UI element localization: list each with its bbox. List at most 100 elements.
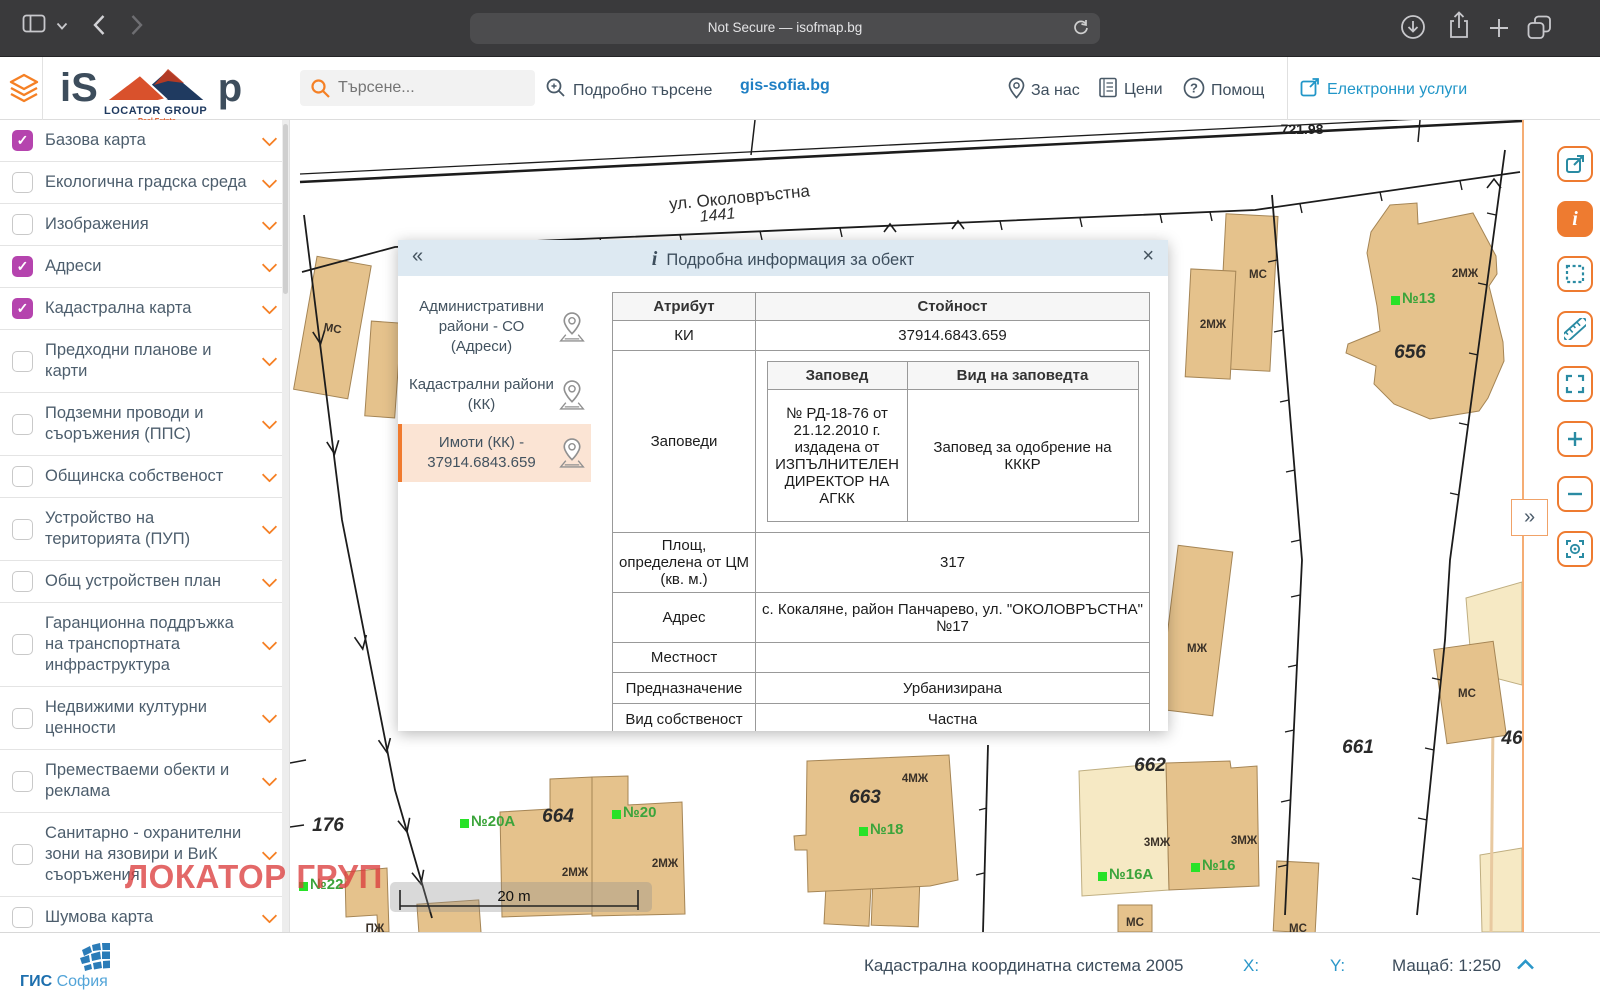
new-tab-icon[interactable]	[1489, 18, 1509, 38]
address-marker[interactable]	[460, 819, 469, 828]
parcel-number-label: 176	[312, 815, 344, 836]
isofmap-logo[interactable]: iSp LOCATOR GROUP Real Estate	[60, 61, 242, 119]
sidebar-toggle-icon[interactable]	[22, 14, 46, 33]
layer-checkbox[interactable]	[12, 414, 33, 435]
chevron-down-icon[interactable]	[262, 351, 278, 367]
chevron-down-icon[interactable]	[262, 414, 278, 430]
help-link[interactable]: ? Помощ	[1183, 77, 1264, 100]
result-property[interactable]: Имоти (КК) - 37914.6843.659	[398, 424, 591, 482]
chevron-down-icon[interactable]	[262, 467, 278, 483]
search-box	[300, 70, 535, 106]
layer-row-noise-map[interactable]: Шумова карта	[0, 897, 289, 932]
gis-sofia-link[interactable]: gis-sofia.bg	[740, 77, 830, 95]
layer-label: Адреси	[45, 256, 250, 277]
layer-checkbox[interactable]	[12, 907, 33, 928]
layer-row-basemap[interactable]: Базова карта	[0, 120, 289, 162]
layers-panel-header[interactable]	[0, 57, 43, 120]
layer-checkbox[interactable]	[12, 214, 33, 235]
layer-row-movable-objects[interactable]: Преместваеми обекти и реклама	[0, 750, 289, 813]
layer-checkbox[interactable]	[12, 844, 33, 865]
chevron-down-icon[interactable]	[262, 708, 278, 724]
svg-text:?: ?	[1190, 81, 1198, 96]
layer-checkbox[interactable]	[12, 256, 33, 277]
chevron-down-icon[interactable]	[262, 845, 278, 861]
building-type-label: 4МЖ	[902, 773, 929, 785]
chevron-down-icon[interactable]	[262, 215, 278, 231]
layer-row-sanitary-zones[interactable]: Санитарно - охранителни зони на язовири …	[0, 813, 289, 897]
elevation-label: 721.98	[1281, 121, 1324, 137]
info-icon: i	[652, 248, 658, 270]
gis-sofia-brand[interactable]: ГИС София	[20, 973, 108, 991]
address-marker[interactable]	[1098, 872, 1107, 881]
measure-button[interactable]	[1557, 311, 1593, 347]
popup-close-button[interactable]: ×	[1142, 245, 1154, 268]
info-icon: i	[1572, 208, 1578, 231]
layer-row-municipal-property[interactable]: Общинска собственост	[0, 456, 289, 498]
layer-checkbox[interactable]	[12, 130, 33, 151]
layer-checkbox[interactable]	[12, 351, 33, 372]
search-input[interactable]	[338, 70, 528, 106]
chevron-down-icon[interactable]	[56, 22, 68, 31]
layer-row-warranty[interactable]: Гаранционна поддръжка на транспортната и…	[0, 603, 289, 687]
sidebar-scrollbar[interactable]	[282, 120, 289, 932]
layer-checkbox[interactable]	[12, 771, 33, 792]
layer-checkbox[interactable]	[12, 172, 33, 193]
attr-name: КИ	[613, 321, 756, 351]
chevron-down-icon[interactable]	[262, 299, 278, 315]
building-type-label: МС	[1289, 923, 1307, 932]
full-extent-button[interactable]	[1557, 366, 1593, 402]
reload-icon[interactable]	[1072, 19, 1090, 37]
layer-checkbox[interactable]	[12, 634, 33, 655]
address-marker[interactable]	[1391, 296, 1400, 305]
open-external-button[interactable]	[1557, 146, 1593, 182]
address-marker[interactable]	[1191, 863, 1200, 872]
back-icon[interactable]	[92, 14, 106, 36]
chevron-down-icon[interactable]	[262, 131, 278, 147]
chevron-down-icon[interactable]	[262, 572, 278, 588]
panel-expand-button[interactable]: »	[1511, 499, 1548, 536]
layer-checkbox[interactable]	[12, 466, 33, 487]
layer-row-ecology[interactable]: Екологична градска среда	[0, 162, 289, 204]
about-link[interactable]: За нас	[1008, 77, 1080, 100]
chevron-down-icon[interactable]	[262, 173, 278, 189]
locate-button[interactable]	[1557, 531, 1593, 567]
share-icon[interactable]	[1447, 11, 1471, 41]
zoom-in-button[interactable]	[1557, 421, 1593, 457]
address-bar[interactable]: Not Secure — isofmap.bg	[470, 13, 1100, 44]
address-marker[interactable]	[859, 827, 868, 836]
eservices-link[interactable]: Електронни услуги	[1300, 77, 1467, 99]
detailed-search-link[interactable]: Подробно търсене	[545, 77, 712, 100]
layer-row-addresses[interactable]: Адреси	[0, 246, 289, 288]
select-area-button[interactable]	[1557, 256, 1593, 292]
forward-icon[interactable]	[130, 14, 144, 36]
result-admin-regions[interactable]: Административни райони - СО (Адреси)	[398, 288, 591, 366]
address-marker[interactable]	[612, 810, 621, 819]
address-marker[interactable]	[299, 882, 308, 891]
layer-checkbox[interactable]	[12, 708, 33, 729]
layer-row-underground[interactable]: Подземни проводи и съоръжения (ППС)	[0, 393, 289, 456]
info-tool-button[interactable]: i	[1557, 201, 1593, 237]
tab-overview-icon[interactable]	[1527, 15, 1552, 40]
layer-row-general-plan[interactable]: Общ устройствен план	[0, 561, 289, 603]
zoom-out-button[interactable]	[1557, 476, 1593, 512]
chevron-down-icon[interactable]	[262, 771, 278, 787]
status-bar: ГИС София Кадастрална координатна систем…	[0, 932, 1600, 1000]
layer-checkbox[interactable]	[12, 571, 33, 592]
chevron-down-icon[interactable]	[262, 519, 278, 535]
chevron-down-icon[interactable]	[262, 908, 278, 924]
layer-row-pup[interactable]: Устройство на територията (ПУП)	[0, 498, 289, 561]
parcel-656-shape[interactable]	[1346, 203, 1504, 419]
collapse-footer-icon[interactable]	[1516, 958, 1536, 971]
prices-link[interactable]: Цени	[1098, 77, 1163, 99]
result-cadastral-regions[interactable]: Кадастрални райони (КК)	[398, 366, 591, 424]
layer-row-cultural[interactable]: Недвижими културни ценности	[0, 687, 289, 750]
layer-row-cadastre[interactable]: Кадастрална карта	[0, 288, 289, 330]
layer-checkbox[interactable]	[12, 519, 33, 540]
layer-row-images[interactable]: Изображения	[0, 204, 289, 246]
layer-checkbox[interactable]	[12, 298, 33, 319]
building-type-label: 3МЖ	[1144, 837, 1171, 849]
chevron-down-icon[interactable]	[262, 635, 278, 651]
downloads-icon[interactable]	[1400, 14, 1426, 40]
layer-row-previous-plans[interactable]: Предходни планове и карти	[0, 330, 289, 393]
chevron-down-icon[interactable]	[262, 257, 278, 273]
